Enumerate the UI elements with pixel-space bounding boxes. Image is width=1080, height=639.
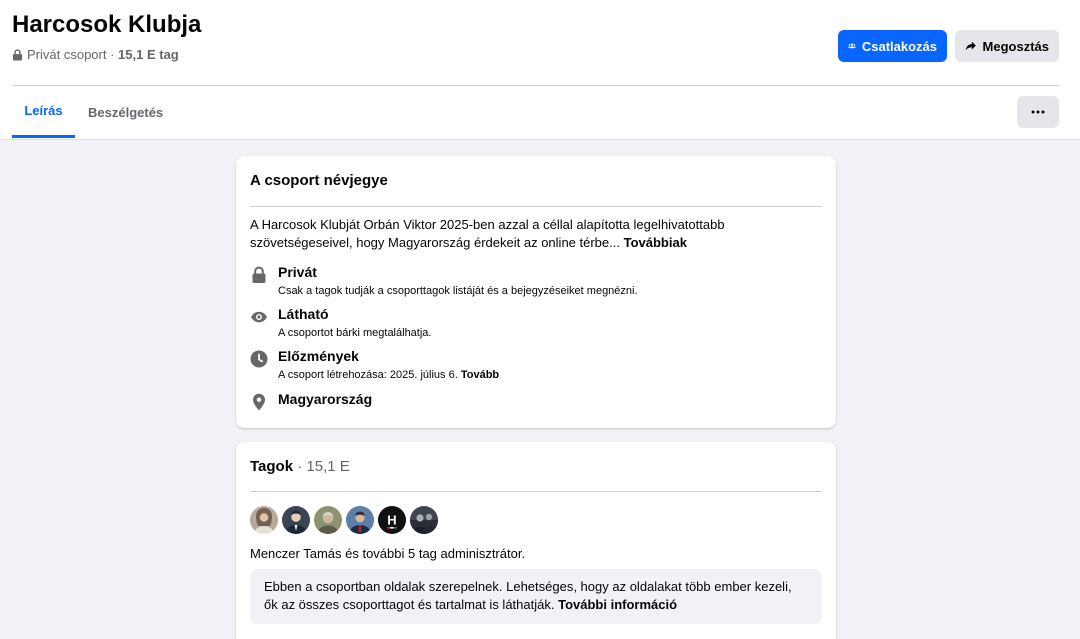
group-title: Harcosok Klubja xyxy=(12,11,202,38)
more-dots-icon xyxy=(1031,110,1045,114)
avatar[interactable] xyxy=(410,506,438,534)
lock-icon xyxy=(252,266,266,283)
tab-discussion[interactable]: Beszélgetés xyxy=(88,86,163,138)
group-header: Harcosok Klubja Privát csoport · 15,1 E … xyxy=(0,0,1080,140)
join-button[interactable]: Csatlakozás xyxy=(838,30,947,62)
about-divider xyxy=(250,206,822,207)
info-title-location: Magyarország xyxy=(278,391,373,407)
history-created-text: A csoport létrehozása: 2025. július 6. xyxy=(278,369,458,381)
location-pin-icon xyxy=(253,393,265,411)
info-subtitle-visible: A csoportot bárki megtalálhatja. xyxy=(278,327,432,339)
info-title-private: Privát xyxy=(278,264,317,280)
avatar[interactable] xyxy=(314,506,342,534)
pages-notice-text: Ebben a csoportban oldalak szerepelnek. … xyxy=(264,579,792,612)
info-subtitle-private: Csak a tagok tudják a csoporttagok listá… xyxy=(278,285,638,297)
members-divider xyxy=(250,491,822,492)
tab-description[interactable]: Leírás xyxy=(12,86,75,138)
about-card: A csoport névjegye A Harcosok Klubját Or… xyxy=(236,156,836,428)
info-subtitle-history: A csoport létrehozása: 2025. július 6. T… xyxy=(278,369,499,381)
more-options-button[interactable] xyxy=(1017,96,1059,128)
share-arrow-icon xyxy=(965,41,976,51)
member-count: 15,1 E tag xyxy=(118,47,179,62)
members-card: Tagok · 15,1 E H Menczer Tamás és tovább… xyxy=(236,442,836,639)
avatar[interactable] xyxy=(346,506,374,534)
members-separator: · xyxy=(293,458,307,475)
privacy-label: Privát csoport xyxy=(27,47,107,62)
tab-discussion-label: Beszélgetés xyxy=(88,104,164,120)
share-button-label: Megosztás xyxy=(982,38,1049,54)
eye-icon xyxy=(251,311,267,323)
members-count: 15,1 E xyxy=(306,458,350,475)
avatar[interactable] xyxy=(250,506,278,534)
meta-separator: · xyxy=(106,47,119,62)
share-button[interactable]: Megosztás xyxy=(955,30,1059,62)
about-card-title: A csoport névjegye xyxy=(250,172,388,189)
avatar[interactable] xyxy=(282,506,310,534)
clock-icon xyxy=(250,350,268,368)
pages-notice: Ebben a csoportban oldalak szerepelnek. … xyxy=(250,569,822,624)
history-more-link[interactable]: Tovább xyxy=(461,369,499,381)
members-card-title: Tagok · 15,1 E xyxy=(250,458,350,475)
info-title-history: Előzmények xyxy=(278,348,359,364)
avatar-letter: H xyxy=(387,513,396,528)
join-button-label: Csatlakozás xyxy=(861,38,937,54)
about-description: A Harcosok Klubját Orbán Viktor 2025-ben… xyxy=(250,216,820,252)
header-divider xyxy=(12,85,1059,86)
admin-avatars: H xyxy=(250,506,442,534)
info-title-visible: Látható xyxy=(278,306,329,322)
members-title: Tagok xyxy=(250,458,294,475)
group-people-icon xyxy=(848,43,856,49)
tab-description-label: Leírás xyxy=(24,103,63,118)
lock-icon xyxy=(12,48,23,60)
admins-text: Menczer Tamás és további 5 tag adminiszt… xyxy=(250,546,526,561)
avatar[interactable]: H xyxy=(378,506,406,534)
group-meta: Privát csoport · 15,1 E tag xyxy=(12,47,179,62)
about-more-link[interactable]: Továbbiak xyxy=(624,235,687,250)
more-info-link[interactable]: További információ xyxy=(558,597,677,612)
